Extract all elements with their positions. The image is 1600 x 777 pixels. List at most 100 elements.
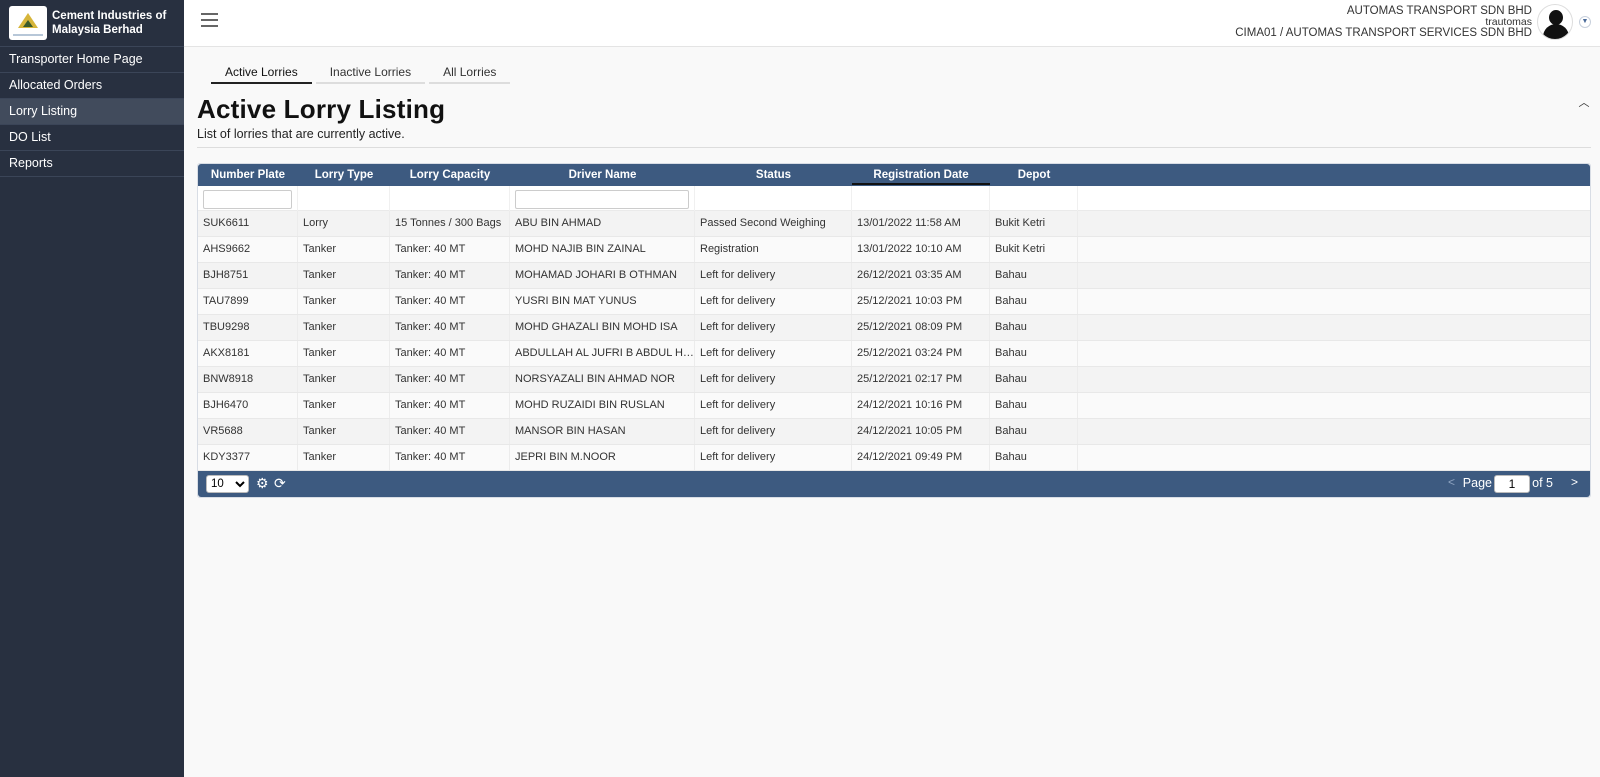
chevron-down-icon[interactable]: ▼	[1579, 16, 1591, 28]
sidebar-item-transporter-home-page[interactable]: Transporter Home Page	[0, 47, 184, 73]
cell-registration-date: 25/12/2021 02:17 PM	[852, 367, 990, 392]
cell-depot: Bukit Ketri	[990, 211, 1078, 236]
table-row[interactable]: KDY3377 Tanker Tanker: 40 MT JEPRI BIN M.NO…	[198, 445, 1590, 471]
tab-active-lorries[interactable]: Active Lorries	[211, 64, 312, 84]
cell-depot: Bahau	[990, 367, 1078, 392]
cell-number-plate: AKX8181	[198, 341, 298, 366]
cell-number-plate: TAU7899	[198, 289, 298, 314]
cell-registration-date: 25/12/2021 03:24 PM	[852, 341, 990, 366]
page-number-input[interactable]	[1494, 475, 1530, 493]
number-plate-filter-input[interactable]	[203, 189, 292, 209]
chevron-up-icon[interactable]: ︿	[1577, 94, 1591, 109]
column-header-driver-name[interactable]: Driver Name	[510, 164, 695, 186]
filter-cell-depot	[990, 186, 1078, 211]
grid-body: SUK6611 Lorry 15 Tonnes / 300 Bags ABU BIN …	[198, 211, 1590, 471]
page-size-select[interactable]: 10	[206, 475, 249, 493]
brand-name: Cement Industries of Malaysia Berhad	[52, 10, 167, 36]
cell-lorry-capacity: Tanker: 40 MT	[390, 367, 510, 392]
table-row[interactable]: AHS9662 Tanker Tanker: 40 MT MOHD NAJIB BIN…	[198, 237, 1590, 263]
column-header-number-plate[interactable]: Number Plate	[198, 164, 298, 186]
cell-number-plate: BNW8918	[198, 367, 298, 392]
cell-number-plate: BJH6470	[198, 393, 298, 418]
cell-status: Left for delivery	[695, 393, 852, 418]
sidebar-item-allocated-orders[interactable]: Allocated Orders	[0, 73, 184, 99]
cell-lorry-capacity: Tanker: 40 MT	[390, 445, 510, 470]
prev-page-button[interactable]: <	[1448, 475, 1455, 489]
cell-status: Left for delivery	[695, 419, 852, 444]
table-row[interactable]: BNW8918 Tanker Tanker: 40 MT NORSYAZALI BIN…	[198, 367, 1590, 393]
filter-cell-lorry-capacity	[390, 186, 510, 211]
cell-spacer	[1078, 289, 1590, 314]
user-avatar-icon[interactable]	[1537, 4, 1573, 40]
cell-spacer	[1078, 393, 1590, 418]
page-subtitle: List of lorries that are currently activ…	[197, 127, 405, 141]
table-row[interactable]: BJH8751 Tanker Tanker: 40 MT MOHAMAD JOHARI…	[198, 263, 1590, 289]
cell-depot: Bahau	[990, 341, 1078, 366]
cell-lorry-capacity: Tanker: 40 MT	[390, 263, 510, 288]
cell-lorry-type: Tanker	[298, 315, 390, 340]
table-row[interactable]: VR5688 Tanker Tanker: 40 MT MANSOR BIN HASA…	[198, 419, 1590, 445]
table-row[interactable]: TAU7899 Tanker Tanker: 40 MT YUSRI BIN MAT …	[198, 289, 1590, 315]
cell-lorry-type: Tanker	[298, 289, 390, 314]
column-header-registration-date[interactable]: Registration Date	[852, 164, 990, 186]
table-row[interactable]: SUK6611 Lorry 15 Tonnes / 300 Bags ABU BIN …	[198, 211, 1590, 237]
gear-icon[interactable]: ⚙	[256, 476, 269, 490]
sidebar-item-do-list[interactable]: DO List	[0, 125, 184, 151]
refresh-icon[interactable]: ⟳	[274, 476, 286, 490]
cell-spacer	[1078, 419, 1590, 444]
cell-depot: Bahau	[990, 289, 1078, 314]
cell-spacer	[1078, 211, 1590, 236]
cell-status: Left for delivery	[695, 263, 852, 288]
cell-lorry-type: Lorry	[298, 211, 390, 236]
table-row[interactable]: TBU9298 Tanker Tanker: 40 MT MOHD GHAZALI B…	[198, 315, 1590, 341]
column-header-spacer	[1078, 164, 1590, 186]
driver-name-filter-input[interactable]	[515, 189, 689, 209]
sidebar-item-reports[interactable]: Reports	[0, 151, 184, 177]
filter-cell-status	[695, 186, 852, 211]
cell-status: Passed Second Weighing	[695, 211, 852, 236]
filter-cell-driver-name	[510, 186, 695, 211]
cell-number-plate: SUK6611	[198, 211, 298, 236]
hamburger-icon[interactable]	[201, 13, 218, 29]
cell-lorry-capacity: 15 Tonnes / 300 Bags	[390, 211, 510, 236]
cell-number-plate: VR5688	[198, 419, 298, 444]
cell-driver-name: ABDULLAH AL JUFRI B ABDUL HA...	[510, 341, 695, 366]
cell-spacer	[1078, 315, 1590, 340]
cell-registration-date: 25/12/2021 08:09 PM	[852, 315, 990, 340]
cell-lorry-type: Tanker	[298, 367, 390, 392]
filter-cell-lorry-type	[298, 186, 390, 211]
column-header-status[interactable]: Status	[695, 164, 852, 186]
cell-driver-name: MOHD GHAZALI BIN MOHD ISA	[510, 315, 695, 340]
pager: 10 ⚙ ⟳ < Page of 5 >	[198, 471, 1590, 497]
cima-logo-icon	[9, 6, 47, 40]
table-row[interactable]: BJH6470 Tanker Tanker: 40 MT MOHD RUZAIDI B…	[198, 393, 1590, 419]
column-header-lorry-capacity[interactable]: Lorry Capacity	[390, 164, 510, 186]
cell-registration-date: 13/01/2022 11:58 AM	[852, 211, 990, 236]
tab-inactive-lorries[interactable]: Inactive Lorries	[315, 64, 426, 84]
cell-lorry-capacity: Tanker: 40 MT	[390, 419, 510, 444]
tab-all-lorries[interactable]: All Lorries	[429, 64, 511, 84]
cell-depot: Bahau	[990, 445, 1078, 470]
account-name: CIMA01 / AUTOMAS TRANSPORT SERVICES SDN …	[1235, 27, 1532, 39]
cell-depot: Bahau	[990, 315, 1078, 340]
cell-status: Left for delivery	[695, 367, 852, 392]
cell-number-plate: TBU9298	[198, 315, 298, 340]
sidebar-item-lorry-listing[interactable]: Lorry Listing	[0, 99, 184, 125]
cell-depot: Bahau	[990, 419, 1078, 444]
cell-spacer	[1078, 445, 1590, 470]
cell-driver-name: MANSOR BIN HASAN	[510, 419, 695, 444]
next-page-button[interactable]: >	[1571, 475, 1578, 489]
cell-registration-date: 24/12/2021 09:49 PM	[852, 445, 990, 470]
cell-number-plate: KDY3377	[198, 445, 298, 470]
cell-number-plate: BJH8751	[198, 263, 298, 288]
table-row[interactable]: AKX8181 Tanker Tanker: 40 MT ABDULLAH AL JU…	[198, 341, 1590, 367]
column-header-depot[interactable]: Depot	[990, 164, 1078, 186]
cell-driver-name: MOHD RUZAIDI BIN RUSLAN	[510, 393, 695, 418]
filter-row	[198, 186, 1590, 211]
column-header-lorry-type[interactable]: Lorry Type	[298, 164, 390, 186]
page-count: of 5	[1532, 476, 1553, 490]
tab-bar: Active Lorries Inactive Lorries All Lorrie…	[211, 64, 514, 84]
page-label: Page	[1462, 476, 1492, 490]
cell-driver-name: MOHD NAJIB BIN ZAINAL	[510, 237, 695, 262]
cell-status: Left for delivery	[695, 445, 852, 470]
